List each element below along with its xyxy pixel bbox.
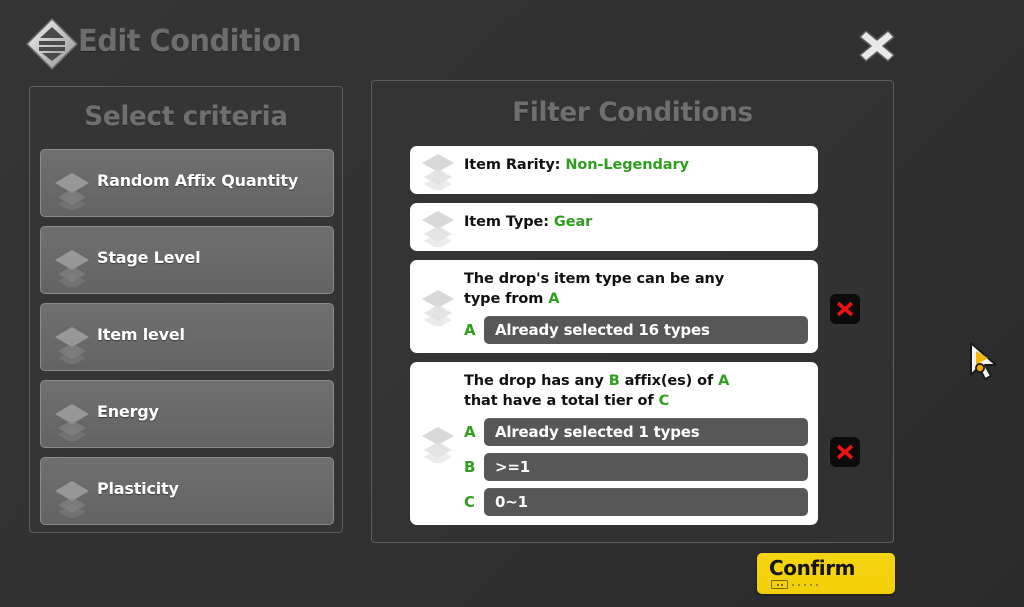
param-letter-a: A xyxy=(464,423,476,441)
param-letter-b: B xyxy=(464,458,476,476)
delete-condition-button[interactable] xyxy=(830,437,860,467)
param-value-field-a[interactable]: Already selected 16 types xyxy=(484,316,808,344)
sidebar-item-energy[interactable]: Energy xyxy=(40,380,334,448)
layers-icon xyxy=(419,425,457,465)
condition-card-affix-tier[interactable]: The drop has any B affix(es) of A that h… xyxy=(410,362,860,525)
condition-label: Item Rarity: xyxy=(464,157,566,173)
conditions-list: Item Rarity: Non-Legendary Item Type: Ge… xyxy=(410,146,860,534)
sidebar-item-label: Item level xyxy=(97,325,185,344)
layers-icon xyxy=(419,209,457,249)
mouse-pointer-icon xyxy=(967,341,1001,383)
sidebar-item-label: Random Affix Quantity xyxy=(97,171,299,190)
confirm-button[interactable]: Confirm xyxy=(757,553,895,594)
layers-icon xyxy=(52,324,92,366)
condition-text: Item Rarity: Non-Legendary xyxy=(464,155,808,175)
layers-icon xyxy=(52,478,92,520)
condition-param-row-b: B >=1 xyxy=(464,453,808,481)
layers-icon xyxy=(419,288,457,328)
param-letter-a: A xyxy=(464,321,476,339)
sidebar-item-label: Plasticity xyxy=(97,479,179,498)
condition-text-line2: type from xyxy=(464,291,549,307)
condition-value: Non-Legendary xyxy=(565,157,689,173)
sidebar-item-stage-level[interactable]: Stage Level xyxy=(40,226,334,294)
condition-ref-a: A xyxy=(718,373,730,389)
filter-diamond-icon xyxy=(24,16,80,72)
condition-text: Item Type: Gear xyxy=(464,212,808,232)
delete-x-icon xyxy=(836,301,854,317)
condition-card-item-rarity[interactable]: Item Rarity: Non-Legendary xyxy=(410,146,818,194)
condition-value: Gear xyxy=(553,214,593,230)
param-value-field-a[interactable]: Already selected 1 types xyxy=(484,418,808,446)
key-hint-icon xyxy=(771,580,818,589)
condition-text: The drop's item type can be any type fro… xyxy=(464,269,808,309)
condition-param-row-c: C 0~1 xyxy=(464,488,808,516)
param-letter-c: C xyxy=(464,493,476,511)
criteria-list: Random Affix Quantity Stage Level Item l… xyxy=(40,149,334,534)
delete-x-icon xyxy=(836,444,854,460)
delete-condition-button[interactable] xyxy=(830,294,860,324)
condition-text-line1: The drop's item type can be any xyxy=(464,271,725,287)
select-criteria-title: Select criteria xyxy=(84,101,288,132)
condition-text-line2-a: that have a total tier of xyxy=(464,393,659,409)
sidebar-item-label: Stage Level xyxy=(97,248,201,267)
condition-text-line1-b: affix(es) of xyxy=(619,373,719,389)
page-title: Edit Condition xyxy=(78,24,302,59)
select-criteria-panel: Select criteria Random Affix Quantity St… xyxy=(29,86,343,533)
condition-card-item-type-any[interactable]: The drop's item type can be any type fro… xyxy=(410,260,860,353)
sidebar-item-label: Energy xyxy=(97,402,159,421)
param-value-field-c[interactable]: 0~1 xyxy=(484,488,808,516)
confirm-button-label: Confirm xyxy=(769,556,856,580)
condition-card-item-type[interactable]: Item Type: Gear xyxy=(410,203,818,251)
close-icon xyxy=(859,30,895,62)
sidebar-item-item-level[interactable]: Item level xyxy=(40,303,334,371)
condition-ref-b: B xyxy=(608,373,620,389)
layers-icon xyxy=(52,401,92,443)
layers-icon xyxy=(419,152,457,192)
condition-ref-c: C xyxy=(658,393,670,409)
condition-label: Item Type: xyxy=(464,214,554,230)
close-button[interactable] xyxy=(856,22,898,64)
condition-text-line1-a: The drop has any xyxy=(464,373,609,389)
filter-conditions-title: Filter Conditions xyxy=(512,97,753,128)
condition-text: The drop has any B affix(es) of A that h… xyxy=(464,371,808,411)
filter-conditions-panel: Filter Conditions Item Rarity: Non-Legen… xyxy=(371,80,894,543)
condition-ref-a: A xyxy=(548,291,560,307)
sidebar-item-plasticity[interactable]: Plasticity xyxy=(40,457,334,525)
dialog-header: Edit Condition xyxy=(0,0,1024,82)
layers-icon xyxy=(52,170,92,212)
condition-param-row-a: A Already selected 16 types xyxy=(464,316,808,344)
condition-param-row-a: A Already selected 1 types xyxy=(464,418,808,446)
sidebar-item-random-affix-quantity[interactable]: Random Affix Quantity xyxy=(40,149,334,217)
layers-icon xyxy=(52,247,92,289)
param-value-field-b[interactable]: >=1 xyxy=(484,453,808,481)
